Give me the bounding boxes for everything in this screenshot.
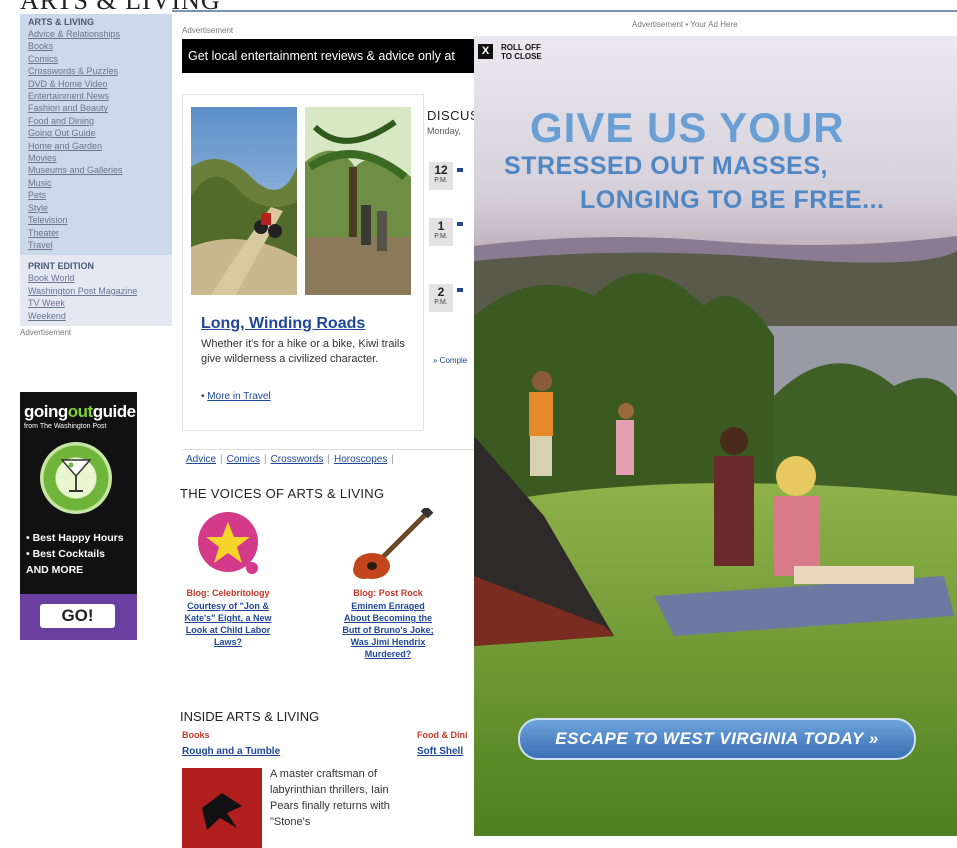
nav-item-tv-week[interactable]: TV Week (28, 297, 166, 309)
nav-item-home[interactable]: Home and Garden (28, 140, 166, 152)
logo-word-guide: guide (92, 402, 136, 421)
time-chip-2pm: 2 P.M. (429, 284, 453, 312)
nav-item-book-world[interactable]: Book World (28, 272, 166, 284)
more-in-travel-text[interactable]: More in Travel (207, 391, 270, 402)
discussion-link-marker[interactable] (457, 168, 463, 172)
discussion-link-marker[interactable] (457, 222, 463, 226)
overlay-ad-label: Advertisement • Your Ad Here (632, 20, 738, 29)
voice-headline[interactable]: Courtesy of "Jon & Kate's" Eight, a New … (182, 600, 274, 648)
banner-ad[interactable]: Get local entertainment reviews & advice… (182, 39, 488, 73)
feature-description: Whether it's for a hike or a bike, Kiwi … (201, 338, 405, 365)
ad-close-label-line1: ROLL OFF (501, 43, 541, 52)
feature-story: Long, Winding Roads Whether it's for a h… (182, 94, 424, 431)
logo-word-going: going (24, 402, 68, 421)
going-out-guide-source: from The Washington Post (24, 423, 107, 430)
sidebar-ad-label: Advertisement (20, 327, 72, 337)
voice-celebritology: Blog: Celebritology Courtesy of "Jon & K… (182, 508, 274, 648)
time-number: 12 (434, 163, 448, 177)
nav-item-television[interactable]: Television (28, 214, 166, 226)
bullet-cocktails: • Best Cocktails (26, 548, 105, 560)
nav-item-food[interactable]: Food and Dining (28, 115, 166, 127)
banner-ad-label: Advertisement (182, 26, 234, 35)
inside-books-headline[interactable]: Rough and a Tumble (182, 746, 397, 757)
nav-item-crosswords[interactable]: Crosswords & Puzzles (28, 65, 166, 77)
discussion-link-marker[interactable] (457, 288, 463, 292)
escape-to-west-virginia-button[interactable]: ESCAPE TO WEST VIRGINIA TODAY » (518, 718, 916, 760)
nav-item-dvd[interactable]: DVD & Home Video (28, 78, 166, 90)
nav-item-fashion[interactable]: Fashion and Beauty (28, 102, 166, 114)
complete-schedule-link[interactable]: » Comple (433, 356, 467, 365)
martini-glass-icon (40, 442, 112, 514)
going-out-guide-logo: goingoutguide (20, 392, 137, 422)
go-button-band: GO! (20, 594, 137, 640)
link-comics[interactable]: Comics (223, 454, 264, 465)
nav-item-books[interactable]: Books (28, 40, 166, 52)
time-ampm: P.M. (434, 233, 448, 240)
nav-item-music[interactable]: Music (28, 177, 166, 189)
link-crosswords[interactable]: Crosswords (267, 454, 328, 465)
time-chip-12pm: 12 P.M. (429, 162, 453, 190)
ad-headline-3: LONGING TO BE FREE... (580, 186, 885, 214)
nav-item-weekend[interactable]: Weekend (28, 310, 166, 322)
time-ampm: P.M. (434, 299, 448, 306)
nav-item-comics[interactable]: Comics (28, 53, 166, 65)
section-link-row: Advice | Comics | Crosswords | Horoscopes | (182, 449, 482, 465)
feature-photo-trail[interactable] (191, 107, 297, 295)
nav-item-movies[interactable]: Movies (28, 152, 166, 164)
ad-headline-1: GIVE US YOUR (530, 104, 845, 151)
go-button[interactable]: GO! (40, 604, 115, 628)
print-edition-heading: PRINT EDITION (28, 261, 95, 272)
nav-item-pets[interactable]: Pets (28, 189, 166, 201)
celebritology-star-icon[interactable] (182, 508, 274, 584)
voices-title: THE VOICES OF ARTS & LIVING (180, 486, 385, 501)
sidebar: ARTS & LIVING Advice & Relationships Boo… (20, 14, 172, 640)
ad-close-label-line2: TO CLOSE (501, 52, 542, 61)
nav-item-going-out[interactable]: Going Out Guide (28, 127, 166, 139)
more-bullet: • (201, 391, 205, 402)
inside-title: INSIDE ARTS & LIVING (180, 709, 320, 724)
nav-item-travel[interactable]: Travel (28, 239, 166, 251)
feature-headline[interactable]: Long, Winding Roads (201, 315, 365, 333)
ad-close-label[interactable]: ROLL OFF TO CLOSE (501, 43, 542, 61)
voice-category[interactable]: Blog: Celebritology (182, 588, 274, 598)
link-advice[interactable]: Advice (182, 454, 220, 465)
nav-item-advice[interactable]: Advice & Relationships (28, 28, 166, 40)
west-virginia-overlay-ad[interactable]: X ROLL OFF TO CLOSE GIVE US YOUR STRESSED… (474, 36, 957, 836)
inside-books-item: Books Rough and a Tumble A master crafts… (182, 730, 397, 848)
main-column: Advertisement Get local entertainment re… (172, 12, 488, 848)
nav-item-entertainment[interactable]: Entertainment News (28, 90, 166, 102)
more-in-travel-link[interactable]: • More in Travel (201, 391, 271, 402)
going-out-guide-ad[interactable]: goingoutguide from The Washington Post •… (20, 392, 137, 640)
print-edition-nav: PRINT EDITION Book World Washington Post… (20, 255, 172, 326)
time-chip-1pm: 1 P.M. (429, 218, 453, 246)
voice-headline[interactable]: Eminem Enraged About Becoming the Butt o… (342, 600, 434, 660)
nav-item-museums[interactable]: Museums and Galleries (28, 164, 166, 176)
bullet-happy-hours: • Best Happy Hours (26, 532, 124, 544)
time-ampm: P.M. (434, 177, 448, 184)
ad-close-icon[interactable]: X (478, 44, 493, 59)
guitar-icon[interactable] (342, 505, 434, 584)
logo-word-out: out (67, 402, 93, 421)
nav-item-post-magazine[interactable]: Washington Post Magazine (28, 285, 166, 297)
time-number: 1 (437, 219, 445, 233)
ad-headline-2: STRESSED OUT MASSES, (504, 152, 828, 180)
inside-books-category[interactable]: Books (182, 730, 397, 740)
going-out-guide-bullets: • Best Happy Hours • Best Cocktails AND … (26, 530, 124, 578)
section-nav-heading[interactable]: ARTS & LIVING (28, 17, 166, 27)
voice-post-rock: Blog: Post Rock Eminem Enraged About Bec… (342, 505, 434, 660)
time-number: 2 (437, 285, 445, 299)
feature-photo-fern-forest[interactable] (305, 107, 411, 295)
nav-item-theater[interactable]: Theater (28, 227, 166, 239)
section-nav: ARTS & LIVING Advice & Relationships Boo… (20, 14, 172, 256)
voice-category[interactable]: Blog: Post Rock (342, 588, 434, 598)
inside-books-blurb: A master craftsman of labyrinthian thril… (270, 768, 390, 828)
link-horoscopes[interactable]: Horoscopes (330, 454, 391, 465)
bullet-and-more: AND MORE (26, 564, 84, 576)
nav-item-style[interactable]: Style (28, 202, 166, 214)
book-cover-thumbnail[interactable] (182, 768, 262, 848)
